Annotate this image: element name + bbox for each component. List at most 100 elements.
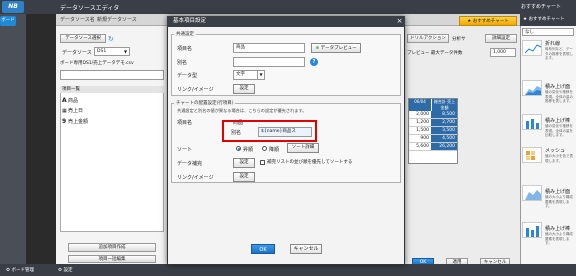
refresh-icon[interactable]: ↻ — [108, 35, 114, 43]
sort-detail-button[interactable]: ソート詳細 — [287, 143, 319, 153]
alias-label: 別名 — [177, 60, 188, 66]
recommend-panel-header: ★ おすすめチャート — [520, 14, 576, 26]
tree-item-product[interactable]: A商品 — [62, 97, 78, 104]
stacked-area-thumb-2[interactable] — [522, 185, 542, 201]
tree-item-sales-amount[interactable]: 9 売上金額 — [62, 118, 88, 125]
mesh-icon — [526, 151, 535, 160]
card-title: 積み上げ面 — [545, 189, 571, 195]
table-row: 2,000 8,500 — [409, 111, 457, 119]
sort-asc-label: 昇順 — [243, 147, 254, 153]
chart-placement-title: チャートの配置設定(行項目) — [174, 100, 236, 106]
stacked-area-icon — [525, 86, 541, 95]
gear-icon: ⚙ — [6, 268, 11, 273]
highlight-box — [222, 120, 317, 142]
card-desc: 値の大小より構成要素を表現します。 — [545, 232, 573, 245]
stacked-area-icon — [525, 190, 541, 200]
datasource-label: データソース — [62, 50, 92, 56]
item-search-input[interactable] — [60, 70, 164, 80]
recommend-search-input[interactable]: なし — [522, 28, 574, 36]
table-header-total: 総合計 売上金額 — [431, 99, 457, 111]
chevron-down-icon: ▼ — [257, 71, 264, 79]
link-image-label: リンク/イメージ — [177, 87, 214, 93]
sort-desc-radio[interactable] — [262, 146, 267, 151]
data-complement-label: データ補完 — [177, 161, 203, 167]
dialog-cancel-button[interactable]: キャンセル — [290, 244, 322, 254]
stacked-bar-icon — [526, 226, 539, 237]
table-row: 1,200 2,700 — [409, 119, 457, 127]
complement-sort-checkbox[interactable] — [260, 160, 265, 165]
detail-settings-button[interactable]: 詳細設定 — [485, 34, 517, 43]
card-title: 積み上げ棒 — [545, 226, 571, 232]
close-icon[interactable]: × — [394, 16, 405, 27]
left-strip — [0, 14, 26, 264]
chart-item-name-label: 項目名 — [177, 120, 193, 126]
card-desc: 値の変化や推移を表現。全体の量の推移を表します。 — [545, 90, 573, 103]
dialog-title: 基本項目設定 — [167, 16, 405, 27]
item-name-label: 項目名 — [177, 46, 193, 52]
chart-placement-description: 共通設定と別名の値が異なる場合は、こちらの設定が優先されます。 — [177, 108, 307, 113]
gear-icon: ⚙ — [58, 268, 63, 273]
data-preview-button[interactable]: ⊕ データプレビュー — [311, 43, 361, 53]
card-desc: 値の変化や推移を表現。全体の量を比較します。 — [545, 124, 573, 137]
preview-icon: ⊕ — [315, 46, 320, 51]
chart-link-image-label: リンク/イメージ — [177, 175, 214, 181]
preview-count-label: プレビュー 最大データ件数 — [407, 51, 463, 56]
stacked-bar-icon — [526, 119, 539, 129]
stacked-bar-thumb-2[interactable] — [522, 222, 542, 238]
common-settings-title: 共通設定 — [174, 31, 196, 37]
chart-placement-group — [171, 103, 401, 183]
card-desc: 値の大小を色で表現します。 — [545, 154, 573, 163]
analysis-menu[interactable]: 分析サ — [452, 36, 466, 42]
complement-sort-label: 補完リストの並び順を優先してソートする — [267, 160, 353, 165]
chart-link-settings-button[interactable]: 設定 — [233, 172, 255, 182]
add-item-button[interactable]: 追加項目作成 — [68, 243, 156, 252]
table-header-date: 06/04 — [409, 99, 431, 111]
tab-new-datasource[interactable]: 新規データソース — [97, 16, 137, 23]
card-desc: 時系列など、データの推移を表現します。 — [545, 47, 573, 60]
data-type-select[interactable]: 文字 ▼ — [233, 70, 265, 80]
data-type-label: データ型 — [177, 73, 198, 79]
table-row: 900 4,500 — [409, 135, 457, 143]
star-icon: ★ — [467, 19, 472, 24]
data-complement-settings-button[interactable]: 設定 — [233, 158, 255, 168]
preview-count-select[interactable]: 1,000 — [490, 48, 516, 57]
item-name-input[interactable]: 商品 — [233, 43, 305, 53]
alias-input[interactable] — [233, 57, 305, 67]
table-row: 5,600 26,200 — [409, 143, 457, 151]
window-title: データソースエディタ — [60, 5, 120, 12]
card-title: 折れ線 — [545, 41, 561, 47]
board-management-link[interactable]: ⚙ ボード管理 — [6, 267, 34, 273]
line-chart-icon — [524, 44, 542, 54]
stacked-area-thumb[interactable] — [522, 80, 542, 96]
preview-table: 06/04 総合計 売上金額 2,000 8,500 1,200 2,700 1,5… — [408, 98, 458, 164]
card-title: メッシュ — [545, 148, 566, 154]
tree-item-sales-date[interactable]: ▦売上日 — [62, 107, 83, 114]
sort-desc-label: 降順 — [269, 147, 280, 153]
sort-asc-radio[interactable] — [236, 146, 241, 151]
bulk-edit-button[interactable]: 項目一括編集 — [68, 255, 156, 263]
item-tree-header: 項目一覧 — [60, 86, 164, 93]
stacked-bar-thumb[interactable] — [522, 114, 542, 130]
recommend-chart-button[interactable]: ★ おすすめチャート — [459, 16, 517, 26]
card-title: 積み上げ面 — [545, 84, 571, 90]
mesh-thumb[interactable] — [522, 147, 542, 163]
help-icon[interactable]: ? — [310, 58, 318, 66]
drill-action-button[interactable]: ドリルアクション — [407, 34, 449, 43]
side-tab-board[interactable]: ボード — [0, 16, 16, 26]
card-desc: 値の大小より構成要素を表現します。 — [545, 195, 573, 208]
status-bar — [0, 264, 576, 276]
app-logo: NB Cloud — [2, 1, 24, 22]
line-chart-thumb[interactable] — [522, 40, 542, 56]
datasource-select-button[interactable]: データソース選択 — [60, 34, 106, 43]
right-panel-title: おすすめチャート — [521, 4, 561, 10]
chevron-down-icon: ▼ — [124, 49, 128, 54]
star-icon: ★ — [523, 17, 528, 22]
settings-link[interactable]: ⚙ 設定 — [58, 267, 72, 273]
datasource-path: ボード専用DS1/売上データデモ.csv — [60, 61, 134, 66]
link-image-settings-button[interactable]: 設定 — [233, 84, 255, 94]
sort-label: ソート — [177, 147, 193, 153]
table-row: 1,500 3,500 — [409, 127, 457, 135]
dialog-ok-button[interactable]: OK — [251, 244, 275, 254]
card-title: 積み上げ棒 — [545, 118, 571, 124]
tab-datasource-name[interactable]: データソース名 — [60, 16, 95, 23]
